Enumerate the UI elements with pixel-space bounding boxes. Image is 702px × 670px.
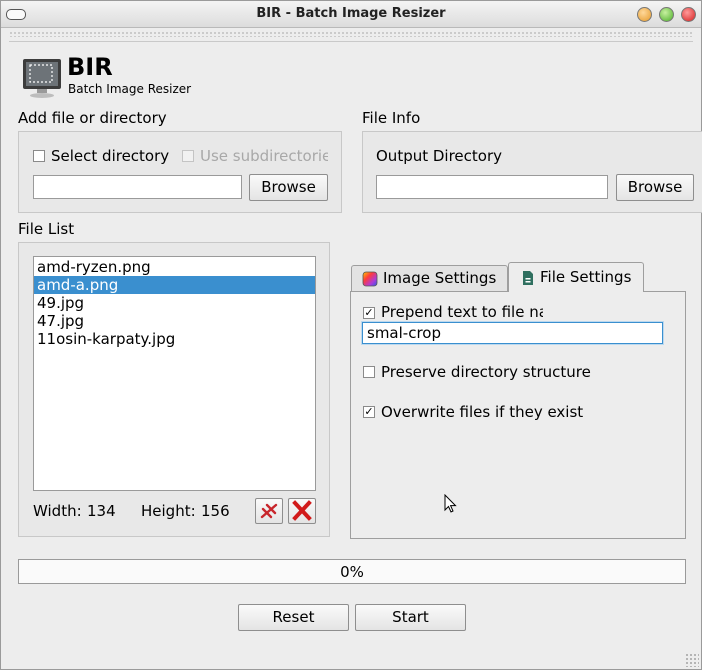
minimize-icon[interactable] (637, 7, 652, 22)
header-divider (9, 41, 693, 42)
mouse-cursor-icon (444, 494, 457, 513)
clear-list-icon (260, 503, 278, 519)
list-item[interactable]: amd-a.png (34, 276, 315, 294)
app-window: BIR - Batch Image Resizer BIR Batch Imag… (0, 0, 702, 670)
output-directory-label: Output Directory (376, 147, 503, 165)
source-browse-button[interactable]: Browse (249, 174, 328, 201)
file-list[interactable]: amd-ryzen.png amd-a.png 49.jpg 47.jpg 11… (33, 256, 316, 491)
tab-image-settings-label: Image Settings (383, 269, 497, 287)
add-file-group-title: Add file or directory (18, 109, 167, 127)
document-icon (523, 271, 533, 285)
prepend-text-checkbox[interactable]: ✓ (363, 307, 375, 319)
select-directory-label: Select directory (51, 147, 170, 165)
output-directory-input[interactable] (376, 175, 608, 199)
start-button[interactable]: Start (355, 604, 466, 631)
add-file-group: Select directory Use subdirectorie Brows… (18, 131, 342, 213)
tab-file-settings[interactable]: File Settings (508, 262, 644, 292)
toolbar-grip (9, 31, 693, 37)
maximize-icon[interactable] (659, 7, 674, 22)
tab-image-settings[interactable]: Image Settings (351, 265, 508, 291)
width-value: 134 (87, 502, 116, 520)
remove-all-button[interactable] (255, 498, 283, 524)
list-item[interactable]: 47.jpg (34, 312, 315, 330)
list-item[interactable]: 11osin-karpaty.jpg (34, 330, 315, 348)
reset-button[interactable]: Reset (238, 604, 349, 631)
use-subdirectories-checkbox[interactable] (182, 150, 194, 162)
app-subtitle: Batch Image Resizer (68, 82, 192, 96)
title-bar[interactable]: BIR - Batch Image Resizer (1, 1, 701, 28)
preserve-structure-checkbox[interactable] (363, 366, 375, 378)
window-title: BIR - Batch Image Resizer (256, 6, 446, 21)
progress-text: 0% (340, 563, 364, 581)
output-browse-button[interactable]: Browse (616, 174, 694, 201)
overwrite-files-checkbox[interactable]: ✓ (363, 406, 375, 418)
app-name: BIR (67, 53, 113, 81)
close-icon[interactable] (681, 7, 696, 22)
palette-icon (362, 271, 378, 287)
tab-file-settings-label: File Settings (540, 268, 632, 286)
source-path-input[interactable] (33, 175, 242, 199)
remove-selected-button[interactable] (288, 498, 316, 524)
file-list-group-title: File List (18, 220, 75, 238)
file-list-group: amd-ryzen.png amd-a.png 49.jpg 47.jpg 11… (18, 242, 330, 537)
delete-icon (292, 500, 312, 521)
file-settings-panel: ✓ Prepend text to file na Preserve direc… (350, 291, 686, 539)
progress-bar: 0% (18, 559, 686, 584)
preserve-structure-label: Preserve directory structure (381, 363, 591, 381)
list-item[interactable]: amd-ryzen.png (34, 258, 315, 276)
prepend-text-label: Prepend text to file na (381, 303, 543, 321)
select-directory-checkbox[interactable] (33, 150, 45, 162)
app-logo-icon (21, 57, 63, 99)
prepend-text-input[interactable] (362, 322, 663, 344)
height-label: Height: (141, 502, 196, 520)
list-item[interactable]: 49.jpg (34, 294, 315, 312)
file-info-group-title: File Info (362, 109, 421, 127)
file-info-group: Output Directory Browse (362, 131, 702, 213)
use-subdirectories-label: Use subdirectorie (200, 147, 328, 165)
height-value: 156 (201, 502, 230, 520)
width-label: Width: (33, 502, 82, 520)
overwrite-files-label: Overwrite files if they exist (381, 403, 584, 421)
resize-grip[interactable] (685, 653, 699, 667)
